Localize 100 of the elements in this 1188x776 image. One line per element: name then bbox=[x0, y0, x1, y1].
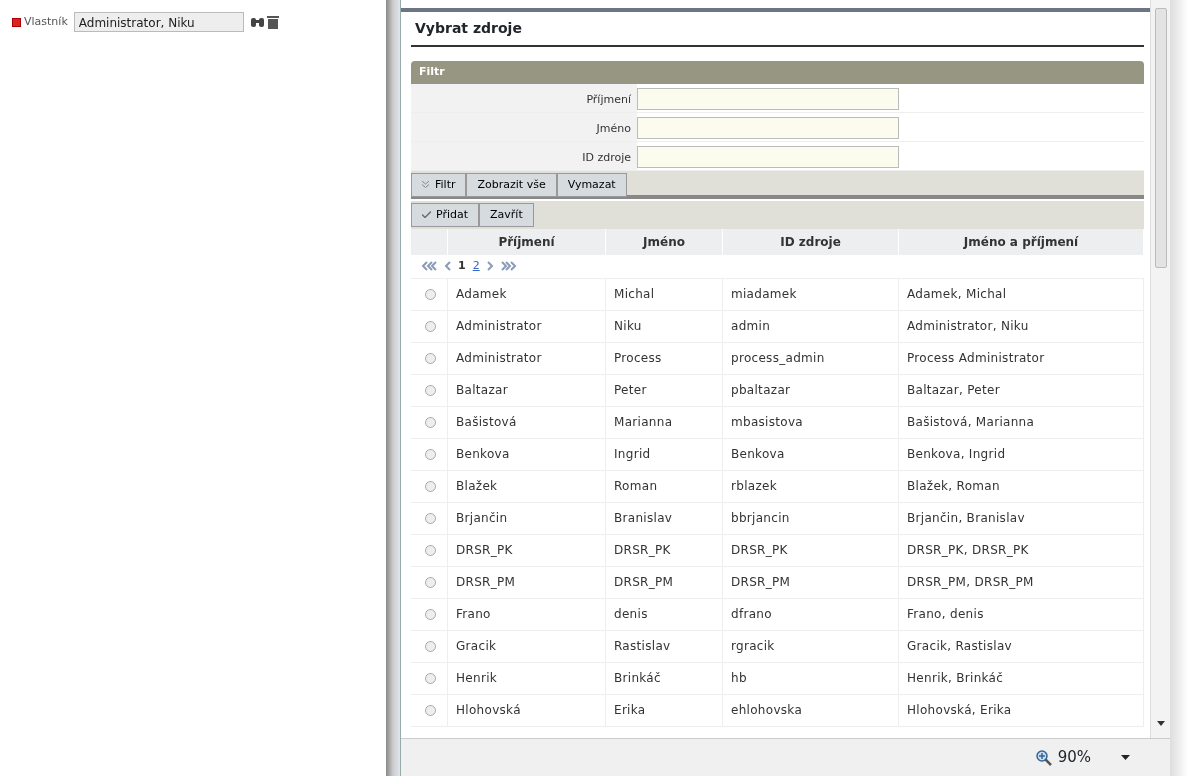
required-icon bbox=[12, 17, 21, 27]
page-link[interactable]: 2 bbox=[472, 257, 480, 275]
field-label: Vlastník bbox=[24, 13, 68, 30]
table-cell-text: hb bbox=[731, 670, 747, 687]
table-cell-text: Ingrid bbox=[614, 446, 651, 463]
table-cell-text: Erika bbox=[614, 702, 646, 719]
zoom-level[interactable]: 90% bbox=[1057, 746, 1091, 769]
table-cell-text: Brjančin, Branislav bbox=[907, 510, 1025, 527]
table-cell-text: pbaltazar bbox=[731, 382, 791, 399]
previous-page-icon[interactable] bbox=[444, 261, 451, 271]
field-label: ID zdroje bbox=[411, 141, 637, 170]
table-cell-text: DRSR_PK, DRSR_PK bbox=[907, 542, 1029, 559]
table-cell-text: mbasistova bbox=[731, 414, 803, 431]
binoculars-icon[interactable] bbox=[249, 15, 265, 28]
text-field[interactable] bbox=[637, 87, 899, 110]
table-cell-text: process_admin bbox=[731, 350, 825, 367]
toolbar-button[interactable]: Zobrazit vše bbox=[466, 172, 557, 197]
table-cell-text: ehlohovska bbox=[731, 702, 803, 719]
radio-button[interactable] bbox=[425, 384, 436, 396]
check-icon bbox=[422, 211, 431, 218]
table-cell-text: miadamek bbox=[731, 286, 797, 303]
table-cell-text: DRSR_PK bbox=[456, 542, 513, 559]
trash-icon[interactable] bbox=[266, 15, 279, 29]
table-cell-text: Blažek bbox=[456, 478, 498, 495]
radio-button[interactable] bbox=[425, 576, 436, 588]
table-cell-text: Administrator bbox=[456, 350, 542, 367]
radio-button[interactable] bbox=[425, 608, 436, 620]
table-cell-text: DRSR_PM bbox=[731, 574, 791, 591]
filter-header: Filtr bbox=[411, 61, 1144, 84]
table-cell-text: DRSR_PM bbox=[614, 574, 674, 591]
radio-button[interactable] bbox=[425, 352, 436, 364]
radio-button[interactable] bbox=[425, 672, 436, 684]
radio-button[interactable] bbox=[425, 704, 436, 716]
radio-button[interactable] bbox=[425, 320, 436, 332]
table-cell-text: DRSR_PK bbox=[731, 542, 788, 559]
table-cell-text: Henrik, Brinkáč bbox=[907, 670, 1004, 687]
radio-button[interactable] bbox=[425, 480, 436, 492]
dialog-title: Vybrat zdroje bbox=[411, 12, 1144, 47]
table-cell-text: bbrjancin bbox=[731, 510, 790, 527]
toolbar-button[interactable]: Zavřít bbox=[479, 202, 534, 227]
next-page-icon[interactable] bbox=[486, 261, 494, 271]
zoom-icon[interactable] bbox=[1035, 749, 1052, 766]
table-cell-text: Adamek, Michal bbox=[907, 286, 1007, 303]
table-cell-text: Brjančin bbox=[456, 510, 508, 527]
table-cell-text: Roman bbox=[614, 478, 658, 495]
table-cell-text: Hlohovská bbox=[456, 702, 521, 719]
table-cell-text: Marianna bbox=[614, 414, 673, 431]
text-field[interactable] bbox=[637, 116, 899, 139]
table-cell-text: Rastislav bbox=[614, 638, 671, 655]
text-field[interactable] bbox=[637, 145, 899, 168]
column-header: ID zdroje bbox=[723, 228, 899, 255]
table-cell-text: Administrator, Niku bbox=[907, 318, 1029, 335]
owner-field[interactable]: Administrator, Niku bbox=[73, 12, 244, 32]
table-cell-text: Bašistová, Marianna bbox=[907, 414, 1035, 431]
table-cell-text: Peter bbox=[614, 382, 647, 399]
table-cell-text: Frano bbox=[456, 606, 491, 623]
table-cell-text: rgracik bbox=[731, 638, 775, 655]
table-cell-text: Benkova bbox=[456, 446, 510, 463]
toolbar-button[interactable]: Přidat bbox=[411, 202, 480, 227]
radio-button[interactable] bbox=[425, 512, 436, 524]
last-page-icon[interactable] bbox=[500, 261, 517, 271]
table-cell-text: Process Administrator bbox=[907, 350, 1045, 367]
table-cell-text: denis bbox=[614, 606, 648, 623]
toolbar-button[interactable]: Filtr bbox=[411, 172, 467, 197]
table-cell-text: Bašistová bbox=[456, 414, 517, 431]
table-cell-text: Benkova bbox=[731, 446, 785, 463]
scrollbar-thumb[interactable] bbox=[1154, 8, 1167, 268]
table-cell-text: Administrator bbox=[456, 318, 542, 335]
radio-button[interactable] bbox=[425, 544, 436, 556]
scroll-down-icon[interactable] bbox=[1156, 721, 1165, 726]
field-label: Příjmení bbox=[411, 83, 637, 112]
radio-button[interactable] bbox=[425, 416, 436, 428]
chevron-down-icon bbox=[422, 181, 429, 188]
first-page-icon[interactable] bbox=[421, 261, 437, 271]
table-cell-text: DRSR_PM bbox=[456, 574, 516, 591]
radio-button[interactable] bbox=[425, 448, 436, 460]
table-cell-text: Benkova, Ingrid bbox=[907, 446, 1006, 463]
toolbar-button[interactable]: Vymazat bbox=[556, 172, 627, 197]
table-cell-text: admin bbox=[731, 318, 771, 335]
table-cell-text: Gracik bbox=[456, 638, 497, 655]
table-cell-text: Adamek bbox=[456, 286, 507, 303]
table-cell-text: dfrano bbox=[731, 606, 772, 623]
table-cell-text: DRSR_PK bbox=[614, 542, 671, 559]
table-cell-text: Branislav bbox=[614, 510, 673, 527]
table-cell-text: Hlohovská, Erika bbox=[907, 702, 1012, 719]
page-link[interactable]: 1 bbox=[458, 257, 466, 275]
table-cell-text: DRSR_PM, DRSR_PM bbox=[907, 574, 1034, 591]
column-header: Příjmení bbox=[448, 228, 606, 255]
table-cell-text: Blažek, Roman bbox=[907, 478, 1000, 495]
dropdown-caret-icon[interactable] bbox=[1121, 755, 1130, 760]
radio-button[interactable] bbox=[425, 288, 436, 300]
table-cell-text: Process bbox=[614, 350, 662, 367]
column-header: Jméno a příjmení bbox=[899, 228, 1144, 255]
scrollbar[interactable] bbox=[1150, 0, 1170, 738]
table-cell-text: Gracik, Rastislav bbox=[907, 638, 1012, 655]
table-cell-text: Niku bbox=[614, 318, 642, 335]
table-cell-text: Brinkáč bbox=[614, 670, 661, 687]
table-cell-text: Frano, denis bbox=[907, 606, 984, 623]
radio-button[interactable] bbox=[425, 640, 436, 652]
field-label: Jméno bbox=[411, 112, 637, 141]
